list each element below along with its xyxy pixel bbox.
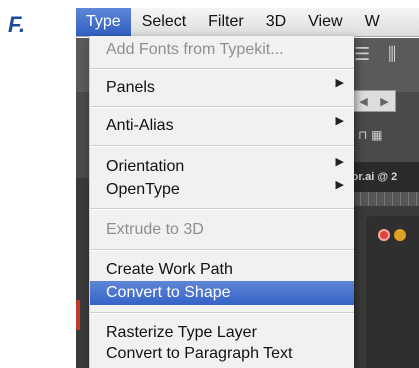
close-window-icon[interactable] [378, 229, 390, 241]
menu-item-add-fonts: Add Fonts from Typekit... [106, 41, 284, 58]
nav-arrows[interactable]: ◀ ▶ [352, 90, 396, 112]
menu-select[interactable]: Select [131, 8, 197, 36]
menu-type[interactable]: Type [76, 8, 131, 36]
menu-item-panels[interactable]: Panels ▶ [90, 76, 354, 100]
menu-window[interactable]: W [354, 8, 391, 36]
menu-item-opentype[interactable]: OpenType ▶ [90, 178, 354, 202]
menu-item-orientation[interactable]: Orientation ▶ [90, 155, 354, 179]
menu-item-create-work-path[interactable]: Create Work Path [90, 258, 354, 282]
menu-separator [90, 68, 354, 70]
menu-separator [90, 312, 354, 314]
menu-3d[interactable]: 3D [255, 8, 297, 36]
menu-item-convert-to-paragraph-text[interactable]: Convert to Paragraph Text [90, 342, 354, 366]
menu-filter[interactable]: Filter [197, 8, 255, 36]
left-arrow-icon[interactable]: ◀ [359, 95, 367, 108]
menu-separator [90, 106, 354, 108]
submenu-arrow-icon: ▶ [335, 114, 344, 127]
window-controls [378, 228, 410, 246]
menu-item-convert-to-shape[interactable]: Convert to Shape [90, 281, 354, 305]
menu-bar: Type Select Filter 3D View W [76, 8, 419, 37]
type-dropdown-menu: Add Fonts from Typekit... Panels ▶ Anti-… [89, 36, 354, 368]
menu-item-anti-alias[interactable]: Anti-Alias ▶ [90, 114, 354, 138]
figure-label: F. [8, 12, 26, 37]
menu-view[interactable]: View [297, 8, 353, 36]
document-tab[interactable]: tor.ai @ 2 [344, 162, 419, 192]
distribute-icon[interactable]: ⫼ [388, 44, 396, 65]
submenu-arrow-icon: ▶ [335, 155, 344, 168]
toolbar-icons[interactable]: ⊓ ▦ [358, 128, 383, 142]
menu-separator [90, 145, 354, 147]
menu-separator [90, 249, 354, 251]
submenu-arrow-icon: ▶ [335, 178, 344, 191]
ruler [344, 192, 419, 206]
menu-separator [90, 208, 354, 210]
canvas-guide [76, 300, 80, 330]
submenu-arrow-icon: ▶ [335, 76, 344, 89]
minimize-window-icon[interactable] [394, 229, 406, 241]
menu-item-extrude-3d: Extrude to 3D [106, 221, 204, 238]
right-arrow-icon[interactable]: ▶ [380, 95, 388, 108]
align-icon[interactable]: ☰ [354, 44, 370, 65]
